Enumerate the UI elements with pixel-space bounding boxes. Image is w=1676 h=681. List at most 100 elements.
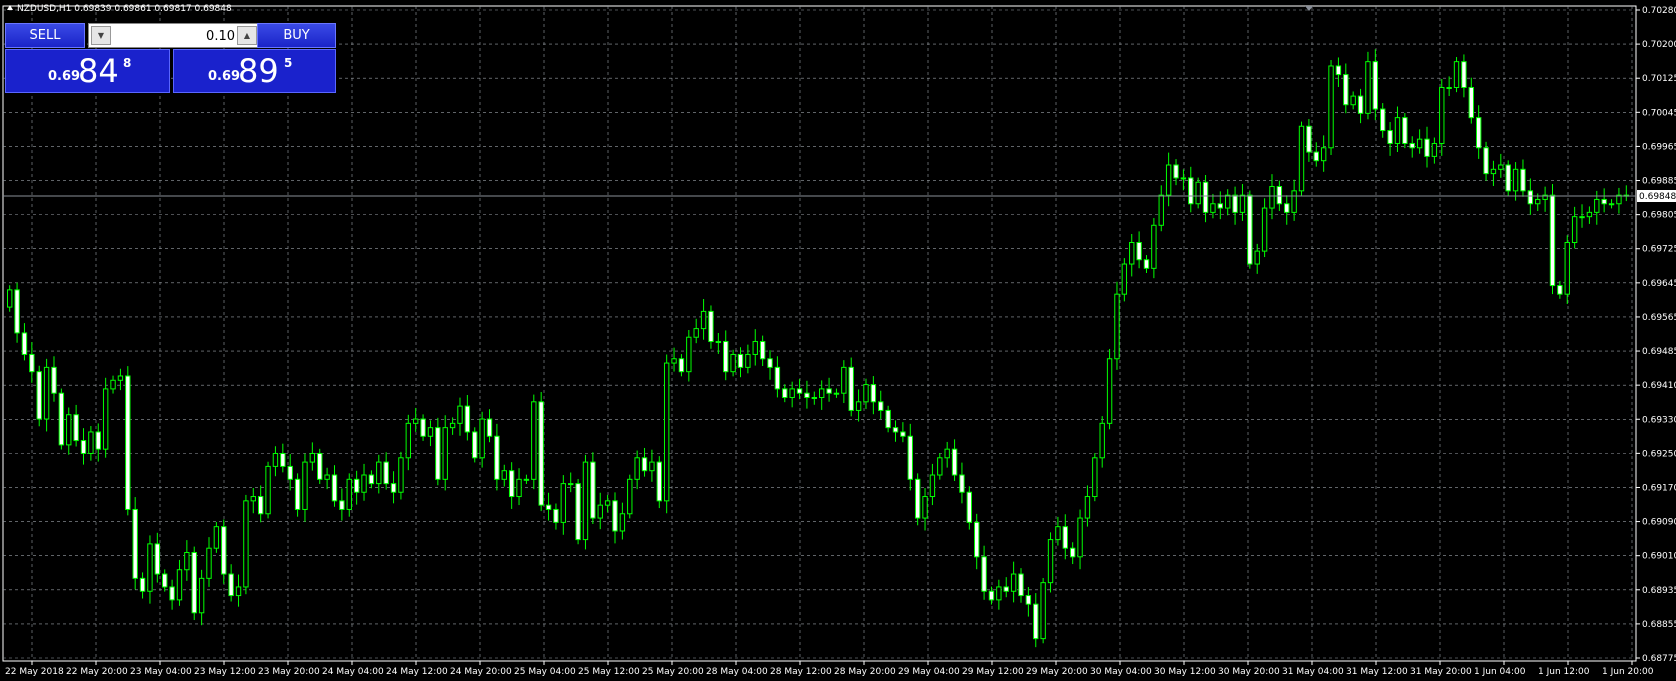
candle-bear <box>1387 130 1393 144</box>
candle-bull <box>206 547 212 579</box>
candle-bull <box>833 392 840 395</box>
x-tick-label: 29 May 04:00 <box>898 667 960 677</box>
candle-bear <box>472 431 478 459</box>
candle-bull <box>235 586 242 597</box>
candle-bull <box>117 375 124 381</box>
candle-bear <box>139 577 146 592</box>
sell-price-quote[interactable]: 0.69 84 8 <box>5 49 170 93</box>
buy-price-quote[interactable]: 0.69 89 5 <box>173 49 336 93</box>
candle-bull <box>309 452 316 463</box>
candle-bear <box>125 375 131 510</box>
volume-increase-button[interactable]: ▲ <box>237 26 257 45</box>
candle-bear <box>656 461 662 502</box>
sell-price-prefix: 0.69 <box>48 69 81 84</box>
volume-input[interactable] <box>115 27 235 45</box>
candle-bear <box>553 508 559 523</box>
x-tick-label: 29 May 12:00 <box>962 667 1024 677</box>
chart-window[interactable]: 0.70280 0.70200 0.70125 0.70045 0.69965 0.698… <box>0 0 1676 681</box>
candle-bull <box>324 474 330 480</box>
candle-bull <box>7 289 13 308</box>
candle-bear <box>331 474 338 502</box>
candle-bull <box>619 513 626 532</box>
candle-bull <box>1579 216 1585 219</box>
volume-decrease-button[interactable]: ▼ <box>91 26 111 45</box>
candle-bear <box>228 573 234 597</box>
candle-bull <box>1571 216 1578 244</box>
candle-bull <box>789 388 795 399</box>
candle-bear <box>383 461 389 485</box>
y-tick-label: 0.69805 <box>1642 211 1676 221</box>
candle-bull <box>1106 358 1113 424</box>
candle-bull <box>1394 117 1401 144</box>
candle-bear <box>162 573 168 588</box>
candle-bull <box>1453 61 1460 89</box>
candle-bull <box>376 461 382 485</box>
candle-bull <box>243 500 249 588</box>
candle-bear <box>1505 164 1511 192</box>
candle-bear <box>494 435 500 480</box>
x-tick-label: 29 May 20:00 <box>1026 667 1088 677</box>
collapse-triangle-icon[interactable] <box>7 5 13 10</box>
candle-bull <box>265 465 271 515</box>
candle-bull <box>501 470 507 480</box>
candle-bull <box>1040 582 1046 640</box>
candle-bull <box>1269 186 1275 209</box>
candle-bear <box>974 521 980 558</box>
x-tick-label: 28 May 20:00 <box>834 667 896 677</box>
candle-bear <box>1527 190 1534 205</box>
y-tick-label: 0.69885 <box>1642 177 1676 187</box>
candle-bear <box>1601 198 1607 205</box>
candle-bull <box>634 457 640 480</box>
candle-bull <box>449 422 456 429</box>
candle-bull <box>841 366 847 394</box>
candle-bull <box>1320 147 1327 162</box>
buy-price-prefix: 0.69 <box>208 69 241 84</box>
candle-bull <box>819 388 825 399</box>
volume-stepper: ▼ ▲ <box>88 23 260 48</box>
candle-bull <box>1210 203 1216 213</box>
candle-bear <box>257 496 264 515</box>
candle-bull <box>730 353 736 373</box>
candle-bear <box>1520 168 1526 192</box>
candle-bear <box>1335 65 1342 76</box>
candle-bull <box>752 341 758 355</box>
x-tick-label: 22 May 20:00 <box>66 667 128 677</box>
candle-bull <box>560 483 567 523</box>
candle-bull <box>1439 87 1445 144</box>
one-click-trading-panel: SELL ▼ ▲ BUY 0.69 84 8 0.69 89 5 <box>5 23 336 93</box>
x-tick-label: 30 May 12:00 <box>1154 667 1216 677</box>
candle-bear <box>1313 151 1319 162</box>
candle-bear <box>774 366 781 390</box>
candle-bull <box>346 478 352 510</box>
candle-bear <box>641 457 648 472</box>
candle-bull <box>213 526 220 549</box>
candle-bear <box>678 358 685 373</box>
candle-bear <box>294 478 301 510</box>
candle-bull <box>922 496 928 519</box>
candle-bear <box>80 440 87 454</box>
candle-bull <box>1365 61 1371 114</box>
candle-bear <box>368 474 375 485</box>
buy-button[interactable]: BUY <box>257 23 336 48</box>
candle-bear <box>612 500 618 532</box>
candle-bear <box>804 392 810 399</box>
candle-bear <box>191 552 197 614</box>
candle-bull <box>686 336 692 373</box>
candle-bear <box>1306 125 1312 153</box>
x-tick-label: 23 May 12:00 <box>194 667 256 677</box>
candle-bull <box>398 457 404 493</box>
candle-bull <box>198 577 205 614</box>
candle-bear <box>1033 603 1039 640</box>
sell-button[interactable]: SELL <box>5 23 85 48</box>
candle-bear <box>1475 117 1482 149</box>
candle-bull <box>811 397 817 400</box>
candle-bull <box>516 478 522 498</box>
candle-bear <box>36 371 42 420</box>
x-tick-label: 25 May 20:00 <box>642 667 704 677</box>
sell-price-sup: 8 <box>123 56 132 70</box>
candle-bear <box>14 289 20 334</box>
candle-bull <box>1099 422 1105 459</box>
candle-bear <box>221 526 227 575</box>
candle-bull <box>102 388 109 450</box>
price-chart[interactable]: 0.702800.702000.701250.700450.699650.698… <box>0 0 1676 681</box>
